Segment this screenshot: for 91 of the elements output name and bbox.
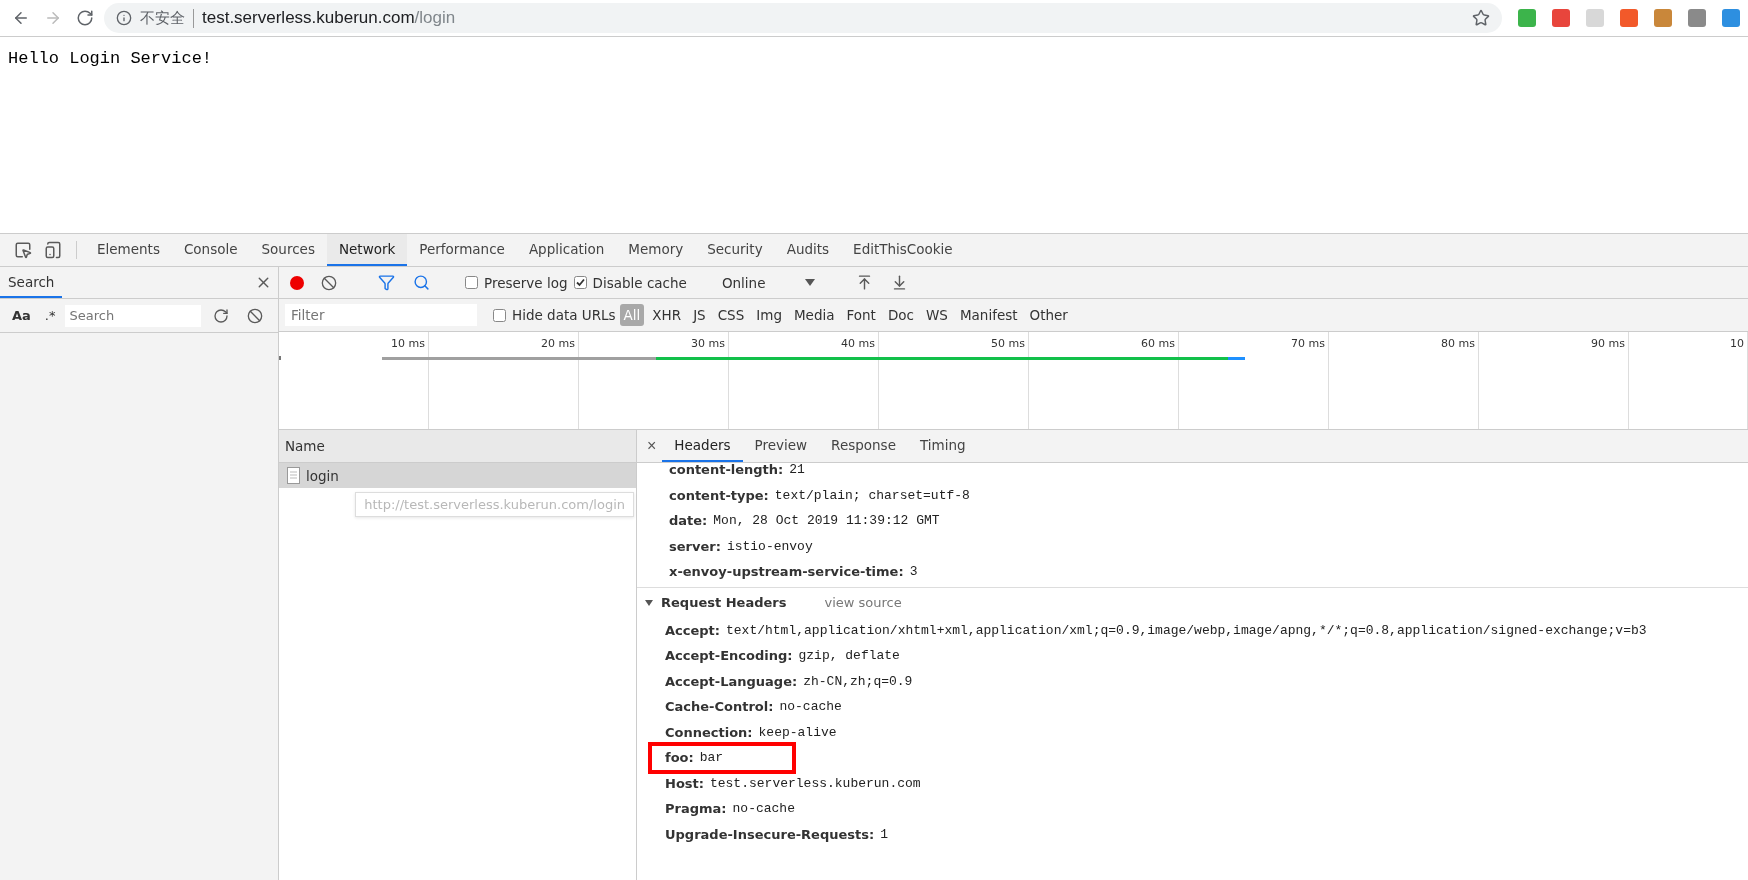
header-value: 3 <box>909 564 918 580</box>
header-name: Accept-Language: <box>665 673 798 689</box>
type-filter[interactable]: Manifest <box>955 304 1022 326</box>
header-name: Cache-Control: <box>665 699 774 715</box>
header-value: no-cache <box>779 699 842 715</box>
tick-label: 90 ms <box>1591 337 1625 350</box>
devtools-tab[interactable]: Elements <box>85 234 172 266</box>
header-value: istio-envoy <box>726 538 813 554</box>
tick-label: 10 <box>1730 337 1744 350</box>
detail-tab[interactable]: Preview <box>742 430 820 462</box>
type-filter[interactable]: Img <box>752 304 786 326</box>
tick-label: 70 ms <box>1291 337 1325 350</box>
close-button[interactable]: × <box>641 430 663 462</box>
devtools-tab[interactable]: Security <box>695 234 775 266</box>
checkbox[interactable] <box>493 308 506 322</box>
checkbox[interactable] <box>573 276 587 289</box>
header-name: content-length: <box>669 462 784 478</box>
tick-label: 60 ms <box>1141 337 1175 350</box>
detail-tab[interactable]: Response <box>819 430 908 462</box>
caret-icon[interactable] <box>645 599 653 606</box>
header-value: keep-alive <box>758 724 837 740</box>
info-icon <box>116 10 132 26</box>
devtools-tab[interactable]: Performance <box>407 234 517 266</box>
header-value: zh-CN,zh;q=0.9 <box>803 673 913 689</box>
request-row[interactable]: login <box>279 463 636 488</box>
header-value: no-cache <box>732 801 795 817</box>
devtools-tab[interactable]: Sources <box>249 234 327 266</box>
devtools-tab[interactable]: Console <box>171 234 250 266</box>
section-title: Request Headers <box>661 595 787 610</box>
regex-toggle[interactable]: .* <box>40 308 60 323</box>
document-icon <box>287 467 300 484</box>
header-name: Host: <box>665 775 704 791</box>
checkbox[interactable] <box>465 276 478 289</box>
throttling-select[interactable]: Online <box>715 274 822 291</box>
header-name: content-type: <box>669 487 769 503</box>
bookmark-star-icon[interactable] <box>1472 9 1490 27</box>
header-name: server: <box>669 538 721 554</box>
header-value: text/html,application/xhtml+xml,application/xml;q=0.9,image/webp,image/apng,*/*;q=0.8,application/signed-exchange;v=b3 <box>726 622 1647 638</box>
detail-tab[interactable]: Timing <box>907 430 978 462</box>
devtools-tab[interactable]: Memory <box>616 234 696 266</box>
devtools-tab[interactable]: Audits <box>774 234 842 266</box>
header-name: Connection: <box>665 724 753 740</box>
devtools-tab[interactable]: Network <box>326 234 408 266</box>
tick-label: 30 ms <box>691 337 725 350</box>
view-source-link[interactable]: view source <box>824 595 902 610</box>
back-icon[interactable] <box>12 9 30 27</box>
header-value: 1 <box>880 826 888 842</box>
header-name: foo: <box>665 750 694 766</box>
header-name: date: <box>669 513 708 529</box>
header-value: Mon, 28 Oct 2019 11:39:12 GMT <box>713 513 940 529</box>
type-filter[interactable]: XHR <box>648 304 686 326</box>
search-field[interactable]: Search <box>65 304 202 327</box>
header-name: Accept-Encoding: <box>665 648 793 664</box>
tick-label: 20 ms <box>541 337 575 350</box>
match-case-toggle[interactable]: Aa <box>8 308 35 323</box>
type-filter[interactable]: Media <box>789 304 839 326</box>
reload-icon[interactable] <box>76 9 94 27</box>
header-value: 21 <box>789 462 805 478</box>
header-value: text/plain; charset=utf-8 <box>774 487 970 503</box>
checkbox-label: Preserve log <box>484 274 568 291</box>
tick-label: 40 ms <box>841 337 875 350</box>
address-bar[interactable]: 不安全 test.serverless.kuberun.com/login <box>104 3 1502 33</box>
type-filter[interactable]: Font <box>842 304 880 326</box>
type-filter[interactable]: CSS <box>713 304 749 326</box>
page-text: Hello Login Service! <box>8 49 214 68</box>
tick-label: 10 ms <box>391 337 425 350</box>
header-value: gzip, deflate <box>798 648 900 664</box>
drawer-tab[interactable]: Search <box>0 267 63 298</box>
header-name: Upgrade-Insecure-Requests: <box>665 826 875 842</box>
header-value: test.serverless.kuberun.com <box>709 775 921 791</box>
column-header: Name <box>279 430 636 463</box>
header-name: x-envoy-upstream-service-time: <box>669 564 904 580</box>
devtools-tab[interactable]: EditThisCookie <box>841 234 965 266</box>
type-filter[interactable]: Other <box>1025 304 1072 326</box>
tick-label: 80 ms <box>1441 337 1475 350</box>
detail-tab[interactable]: Headers <box>662 430 743 462</box>
type-filter[interactable]: WS <box>922 304 952 326</box>
record-button[interactable] <box>290 275 304 290</box>
devtools-tab[interactable]: Application <box>516 234 617 266</box>
header-name: Pragma: <box>665 801 727 817</box>
header-name: Accept: <box>665 622 720 638</box>
checkbox-label: Hide data URLs <box>512 307 616 323</box>
type-filter[interactable]: Doc <box>883 304 918 326</box>
url-tooltip: http://test.serverless.kuberun.com/login <box>355 492 634 517</box>
security-label: 不安全 <box>140 8 194 28</box>
header-value: bar <box>699 750 724 766</box>
filter-field[interactable]: Filter <box>285 304 477 326</box>
url-text: test.serverless.kuberun.com/login <box>202 8 457 28</box>
checkbox-label: Disable cache <box>592 274 687 291</box>
type-filter[interactable]: JS <box>689 304 710 326</box>
tick-label: 50 ms <box>991 337 1025 350</box>
